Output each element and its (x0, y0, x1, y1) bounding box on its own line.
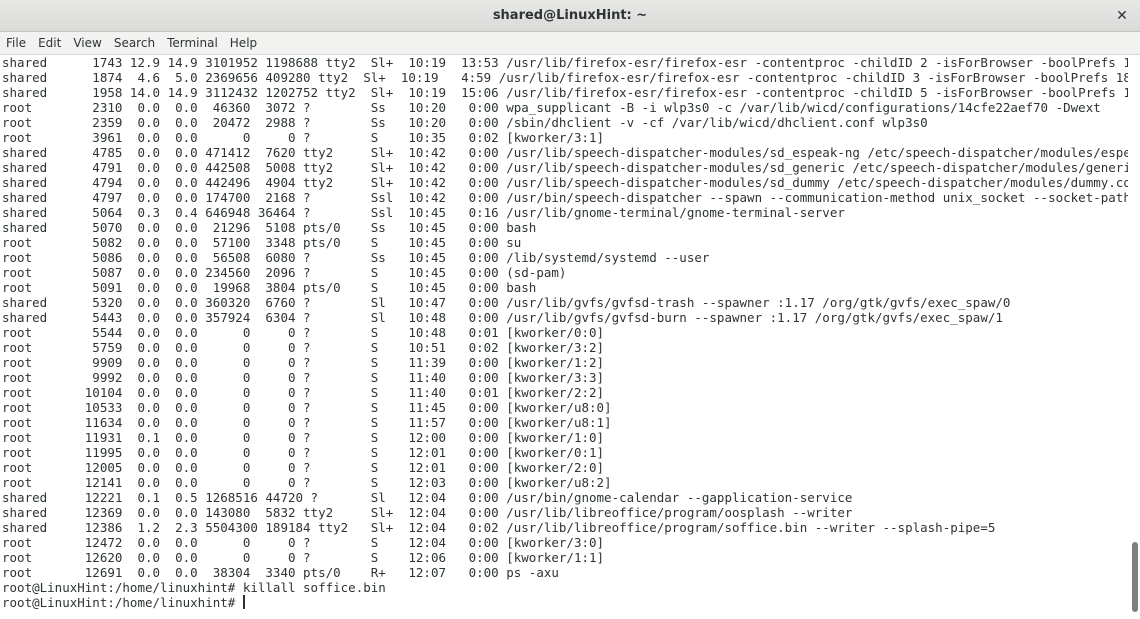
terminal-line: root 11634 0.0 0.0 0 0 ? S 11:57 0:00 [k… (2, 415, 1128, 430)
menu-help[interactable]: Help (224, 32, 263, 54)
terminal-line: root 11931 0.1 0.0 0 0 ? S 12:00 0:00 [k… (2, 430, 1128, 445)
terminal-line: shared 1958 14.0 14.9 3112432 1202752 tt… (2, 85, 1128, 100)
terminal-line-text: root 3961 0.0 0.0 0 0 ? S 10:35 0:02 [kw… (2, 130, 605, 145)
terminal-line-text: shared 5320 0.0 0.0 360320 6760 ? Sl 10:… (2, 295, 1011, 310)
terminal-line-text: root 11634 0.0 0.0 0 0 ? S 11:57 0:00 [k… (2, 415, 612, 430)
terminal-line-text: shared 1958 14.0 14.9 3112432 1202752 tt… (2, 85, 1128, 100)
terminal-line-text: root 5082 0.0 0.0 57100 3348 pts/0 S 10:… (2, 235, 522, 250)
terminal-line: root 12141 0.0 0.0 0 0 ? S 12:03 0:00 [k… (2, 475, 1128, 490)
terminal-line: shared 4791 0.0 0.0 442508 5008 tty2 Sl+… (2, 160, 1128, 175)
terminal-line-text: root 12141 0.0 0.0 0 0 ? S 12:03 0:00 [k… (2, 475, 612, 490)
terminal-line: root 5086 0.0 0.0 56508 6080 ? Ss 10:45 … (2, 250, 1128, 265)
terminal-output-area[interactable]: shared 1743 12.9 14.9 3101952 1198688 tt… (0, 55, 1128, 619)
terminal-line: shared 12369 0.0 0.0 143080 5832 tty2 Sl… (2, 505, 1128, 520)
terminal-line-text: root 10533 0.0 0.0 0 0 ? S 11:45 0:00 [k… (2, 400, 612, 415)
terminal-line-text: shared 5443 0.0 0.0 357924 6304 ? Sl 10:… (2, 310, 1003, 325)
terminal-line: shared 5443 0.0 0.0 357924 6304 ? Sl 10:… (2, 310, 1128, 325)
terminal-line: root 9992 0.0 0.0 0 0 ? S 11:40 0:00 [kw… (2, 370, 1128, 385)
terminal-line-text: shared 4794 0.0 0.0 442496 4904 tty2 Sl+… (2, 175, 1128, 190)
terminal-line-text: shared 12386 1.2 2.3 5504300 189184 tty2… (2, 520, 996, 535)
terminal-line: root 9909 0.0 0.0 0 0 ? S 11:39 0:00 [kw… (2, 355, 1128, 370)
terminal-line: root 5544 0.0 0.0 0 0 ? S 10:48 0:01 [kw… (2, 325, 1128, 340)
terminal-line-text: root 11931 0.1 0.0 0 0 ? S 12:00 0:00 [k… (2, 430, 605, 445)
terminal-line-text: root 12620 0.0 0.0 0 0 ? S 12:06 0:00 [k… (2, 550, 605, 565)
terminal-line-text: shared 4791 0.0 0.0 442508 5008 tty2 Sl+… (2, 160, 1128, 175)
text-cursor (242, 595, 245, 609)
terminal-line-text: shared 12369 0.0 0.0 143080 5832 tty2 Sl… (2, 505, 853, 520)
command-prompt-line: root@LinuxHint:/home/linuxhint# (2, 595, 1128, 610)
terminal-line: shared 5064 0.3 0.4 646948 36464 ? Ssl 1… (2, 205, 1128, 220)
terminal-line: shared 5320 0.0 0.0 360320 6760 ? Sl 10:… (2, 295, 1128, 310)
scrollbar-thumb[interactable] (1132, 542, 1138, 612)
close-icon: ✕ (1116, 8, 1128, 24)
menu-bar: File Edit View Search Terminal Help (0, 32, 1140, 55)
terminal-line: root 2310 0.0 0.0 46360 3072 ? Ss 10:20 … (2, 100, 1128, 115)
terminal-line-text: root 5091 0.0 0.0 19968 3804 pts/0 S 10:… (2, 280, 537, 295)
menu-search[interactable]: Search (108, 32, 161, 54)
terminal-line: root 2359 0.0 0.0 20472 2988 ? Ss 10:20 … (2, 115, 1128, 130)
terminal-line-text: shared 12221 0.1 0.5 1268516 44720 ? Sl … (2, 490, 853, 505)
vertical-scrollbar[interactable] (1128, 55, 1140, 619)
terminal-line: root 12620 0.0 0.0 0 0 ? S 12:06 0:00 [k… (2, 550, 1128, 565)
terminal-line-text: root@LinuxHint:/home/linuxhint# killall … (2, 580, 386, 595)
terminal-line-text: root 2359 0.0 0.0 20472 2988 ? Ss 10:20 … (2, 115, 928, 130)
terminal-line: shared 12386 1.2 2.3 5504300 189184 tty2… (2, 520, 1128, 535)
terminal-line: shared 1743 12.9 14.9 3101952 1198688 tt… (2, 55, 1128, 70)
terminal-line: root@LinuxHint:/home/linuxhint# killall … (2, 580, 1128, 595)
terminal-line-text: shared 5070 0.0 0.0 21296 5108 pts/0 Ss … (2, 220, 537, 235)
terminal-line: shared 12221 0.1 0.5 1268516 44720 ? Sl … (2, 490, 1128, 505)
menu-terminal[interactable]: Terminal (161, 32, 224, 54)
terminal-line-text: root 12005 0.0 0.0 0 0 ? S 12:01 0:00 [k… (2, 460, 605, 475)
terminal-line: root 10104 0.0 0.0 0 0 ? S 11:40 0:01 [k… (2, 385, 1128, 400)
close-button[interactable]: ✕ (1112, 6, 1132, 26)
terminal-line-text: root 5759 0.0 0.0 0 0 ? S 10:51 0:02 [kw… (2, 340, 605, 355)
terminal-line-text: root 2310 0.0 0.0 46360 3072 ? Ss 10:20 … (2, 100, 1101, 115)
terminal-line-text: root 10104 0.0 0.0 0 0 ? S 11:40 0:01 [k… (2, 385, 605, 400)
terminal-line-text: root 11995 0.0 0.0 0 0 ? S 12:01 0:00 [k… (2, 445, 605, 460)
terminal-line-text: root 5544 0.0 0.0 0 0 ? S 10:48 0:01 [kw… (2, 325, 605, 340)
terminal-line-text: shared 4785 0.0 0.0 471412 7620 tty2 Sl+… (2, 145, 1128, 160)
terminal-line: shared 4794 0.0 0.0 442496 4904 tty2 Sl+… (2, 175, 1128, 190)
terminal-window: shared@LinuxHint: ~ ✕ File Edit View Sea… (0, 0, 1140, 619)
terminal-line-text: root@LinuxHint:/home/linuxhint# (2, 595, 243, 610)
terminal-line-text: root 9909 0.0 0.0 0 0 ? S 11:39 0:00 [kw… (2, 355, 605, 370)
terminal-line-text: shared 5064 0.3 0.4 646948 36464 ? Ssl 1… (2, 205, 845, 220)
terminal-line: root 12691 0.0 0.0 38304 3340 pts/0 R+ 1… (2, 565, 1128, 580)
terminal-line-text: root 12691 0.0 0.0 38304 3340 pts/0 R+ 1… (2, 565, 559, 580)
title-bar[interactable]: shared@LinuxHint: ~ ✕ (0, 0, 1140, 32)
terminal-line: root 10533 0.0 0.0 0 0 ? S 11:45 0:00 [k… (2, 400, 1128, 415)
terminal-line: root 12472 0.0 0.0 0 0 ? S 12:04 0:00 [k… (2, 535, 1128, 550)
terminal-line: root 5091 0.0 0.0 19968 3804 pts/0 S 10:… (2, 280, 1128, 295)
terminal-line: root 5087 0.0 0.0 234560 2096 ? S 10:45 … (2, 265, 1128, 280)
terminal-line: shared 1874 4.6 5.0 2369656 409280 tty2 … (2, 70, 1128, 85)
terminal-line-text: root 5087 0.0 0.0 234560 2096 ? S 10:45 … (2, 265, 567, 280)
terminal-line: root 11995 0.0 0.0 0 0 ? S 12:01 0:00 [k… (2, 445, 1128, 460)
terminal-lines: shared 1743 12.9 14.9 3101952 1198688 tt… (2, 55, 1128, 610)
menu-file[interactable]: File (0, 32, 32, 54)
terminal-line-text: shared 1743 12.9 14.9 3101952 1198688 tt… (2, 55, 1128, 70)
terminal-line-text: shared 4797 0.0 0.0 174700 2168 ? Ssl 10… (2, 190, 1128, 205)
window-title: shared@LinuxHint: ~ (492, 8, 648, 23)
menu-view[interactable]: View (67, 32, 107, 54)
terminal-line-text: root 12472 0.0 0.0 0 0 ? S 12:04 0:00 [k… (2, 535, 605, 550)
terminal-line-text: root 9992 0.0 0.0 0 0 ? S 11:40 0:00 [kw… (2, 370, 605, 385)
menu-edit[interactable]: Edit (32, 32, 67, 54)
terminal-line: root 12005 0.0 0.0 0 0 ? S 12:01 0:00 [k… (2, 460, 1128, 475)
terminal-line-text: root 5086 0.0 0.0 56508 6080 ? Ss 10:45 … (2, 250, 710, 265)
terminal-line: root 3961 0.0 0.0 0 0 ? S 10:35 0:02 [kw… (2, 130, 1128, 145)
terminal-line-text: shared 1874 4.6 5.0 2369656 409280 tty2 … (2, 70, 1128, 85)
terminal-line: shared 4785 0.0 0.0 471412 7620 tty2 Sl+… (2, 145, 1128, 160)
terminal-line: shared 4797 0.0 0.0 174700 2168 ? Ssl 10… (2, 190, 1128, 205)
terminal-line: shared 5070 0.0 0.0 21296 5108 pts/0 Ss … (2, 220, 1128, 235)
terminal-line: root 5759 0.0 0.0 0 0 ? S 10:51 0:02 [kw… (2, 340, 1128, 355)
terminal-line: root 5082 0.0 0.0 57100 3348 pts/0 S 10:… (2, 235, 1128, 250)
